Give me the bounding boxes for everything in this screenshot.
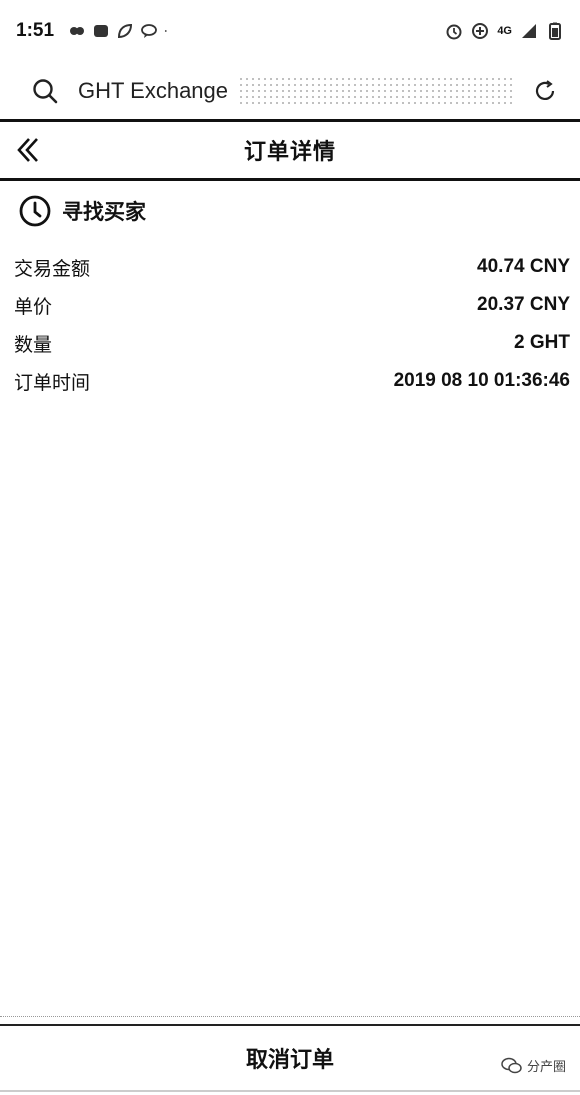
page-title: 订单详情 — [243, 139, 336, 164]
detail-label: 订单时间 — [14, 372, 91, 394]
detail-label: 交易金额 — [14, 258, 91, 280]
detail-value: 40.74 CNY — [477, 256, 570, 277]
alarm-icon — [446, 24, 462, 40]
chat-notification-icon — [141, 24, 157, 38]
data-saver-icon — [472, 23, 489, 39]
clock-icon — [19, 195, 51, 227]
message-notification-icon — [94, 25, 109, 37]
watermark-text: 分产圈 — [526, 1059, 566, 1074]
signal-icon — [522, 24, 536, 38]
more-dot-icon — [164, 30, 167, 32]
detail-value: 2019 08 10 01:36:46 — [393, 370, 570, 391]
bottom-divider — [0, 1016, 580, 1026]
reload-icon[interactable] — [532, 78, 558, 104]
back-button[interactable] — [12, 133, 46, 167]
detail-label: 单价 — [14, 296, 53, 318]
order-status-label: 寻找买家 — [62, 201, 146, 224]
detail-row-unit-price: 单价 20.37 CNY — [14, 286, 570, 324]
watermark: 分产圈 — [501, 1056, 566, 1075]
detail-row-order-time: 订单时间 2019 08 10 01:36:46 — [14, 362, 570, 400]
battery-icon — [549, 22, 561, 40]
page-header: 订单详情 — [0, 119, 580, 181]
detail-value: 20.37 CNY — [477, 294, 570, 315]
search-icon[interactable] — [30, 76, 60, 106]
double-chevron-left-icon — [17, 138, 38, 162]
nav-divider — [0, 1090, 580, 1092]
status-bar: 1:51 4G — [0, 0, 580, 62]
detail-row-quantity: 数量 2 GHT — [14, 324, 570, 362]
cancel-order-button[interactable]: 取消订单 — [0, 1026, 580, 1090]
system-icons: 4G — [445, 22, 564, 40]
address-text[interactable]: GHT Exchange — [78, 78, 228, 104]
app-notification-icon — [70, 27, 85, 35]
detail-row-amount: 交易金额 40.74 CNY — [14, 248, 570, 286]
address-bar[interactable]: GHT Exchange — [0, 62, 580, 120]
address-bar-fill — [238, 76, 516, 106]
network-type-label: 4G — [497, 24, 512, 37]
status-time: 1:51 — [16, 20, 55, 41]
detail-label: 数量 — [14, 334, 53, 356]
order-status: 寻找买家 — [18, 192, 146, 230]
wechat-icon — [501, 1057, 522, 1073]
order-details: 交易金额 40.74 CNY 单价 20.37 CNY 数量 2 GHT 订单时… — [14, 248, 570, 400]
leaf-notification-icon — [118, 23, 133, 39]
detail-value: 2 GHT — [514, 332, 570, 353]
notification-icons — [68, 22, 172, 40]
page: 1:51 4G GHT Exchange 订单详情 寻找买家 交易金额 40.7… — [0, 0, 580, 1095]
